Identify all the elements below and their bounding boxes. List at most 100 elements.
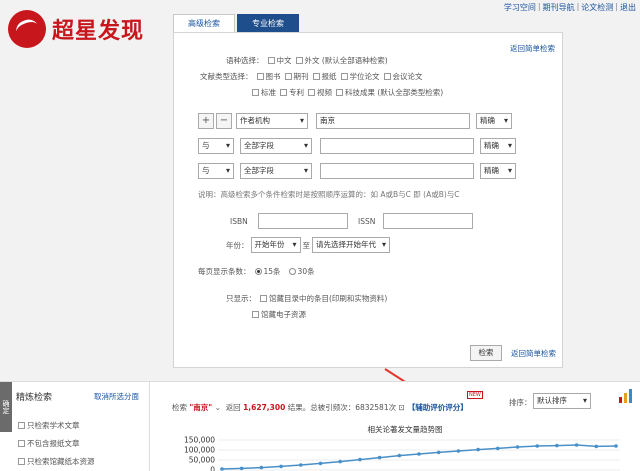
assist-evaluation-link[interactable]: 【辅助评价评分】	[408, 402, 468, 413]
option-label: 会议论文	[392, 72, 423, 81]
checkbox-e-resources[interactable]	[252, 311, 259, 318]
field-select[interactable]: 作者机构	[236, 113, 308, 129]
logic-select[interactable]: 与	[198, 138, 234, 154]
chart-point	[456, 449, 461, 453]
issn-input[interactable]	[383, 213, 474, 229]
refine-side-tab[interactable]: 确定	[0, 382, 12, 432]
refine-item[interactable]: 不包含报纸文章	[14, 438, 80, 449]
isbn-label: ISBN	[230, 216, 248, 226]
result-citations: 结果。总被引频次：6832581次	[287, 403, 397, 412]
option-label: 馆藏电子资源	[261, 310, 306, 319]
query-row-1: + − 作者机构 南京 精确	[198, 113, 512, 129]
refine-panel: 精炼检索 取消所选分面 只检索学术文章 不包含报纸文章 只检索馆藏纸本资源	[12, 382, 150, 471]
field-select[interactable]: 全部字段	[240, 138, 312, 154]
year-row: 年份： 开始年份 至 请先选择开始年代	[226, 237, 390, 253]
option-label: 专利	[289, 88, 304, 97]
chart-point	[259, 465, 264, 470]
chart-y-tick-label: 100,000	[184, 446, 215, 455]
chart-point	[515, 445, 520, 449]
year-start-select[interactable]: 开始年份	[250, 237, 301, 253]
remove-row-button[interactable]: −	[216, 113, 232, 129]
option-label: 科技成果 (默认全部类型检索)	[345, 88, 444, 97]
chart-point	[436, 450, 441, 455]
option-label: 中文	[276, 56, 292, 65]
checkbox-foreign[interactable]	[295, 57, 303, 64]
logic-select[interactable]: 与	[198, 163, 234, 179]
link-logout[interactable]: 退出	[620, 2, 636, 13]
option-label: 学位论文	[349, 72, 380, 81]
add-row-button[interactable]: +	[198, 113, 214, 129]
query-input[interactable]	[320, 163, 474, 179]
tab-advanced-search[interactable]: 高级检索	[173, 14, 235, 32]
checkbox-patents[interactable]	[280, 89, 287, 96]
result-summary: 检索 "南京" ⌄ 返回 1,627,300 结果。总被引频次：6832581次…	[172, 402, 468, 413]
language-row: 语种选择： 中文 外文 (默认全部语种检索)	[226, 55, 388, 66]
isbn-input[interactable]	[258, 213, 348, 229]
chart-y-tick-label: 50,000	[189, 456, 215, 465]
chart-y-tick-label: 150,000	[184, 436, 215, 445]
issn-label: ISSN	[358, 216, 376, 226]
link-separator: |	[576, 2, 580, 11]
checkbox-exclude-newspapers[interactable]	[18, 440, 25, 447]
checkbox-achievements[interactable]	[336, 89, 343, 96]
refine-item-label: 只检索学术文章	[27, 421, 80, 430]
cancel-facets-link[interactable]: 取消所选分面	[94, 391, 139, 402]
per-page-label: 每页显示条数：	[198, 267, 251, 276]
link-study-space[interactable]: 学习空间	[504, 2, 536, 13]
radio-15[interactable]	[254, 268, 262, 275]
checkbox-theses[interactable]	[340, 73, 348, 80]
result-keyword: "南京"	[189, 403, 213, 412]
refine-item[interactable]: 只检索馆藏纸本资源	[14, 456, 95, 467]
checkbox-journals[interactable]	[284, 73, 292, 80]
search-button[interactable]: 检索	[470, 345, 502, 361]
only-show-label: 只显示：	[226, 294, 256, 303]
match-select[interactable]: 精确	[476, 113, 512, 129]
query-input[interactable]: 南京	[316, 113, 470, 129]
link-separator: |	[615, 2, 618, 11]
option-label: 期刊	[293, 72, 309, 81]
match-select[interactable]: 精确	[480, 163, 516, 179]
chart-icon[interactable]: ⊡	[399, 403, 405, 412]
checkbox-academic-only[interactable]	[18, 422, 25, 429]
link-paper-check[interactable]: 论文检测	[581, 2, 613, 13]
checkbox-books[interactable]	[256, 73, 264, 80]
chart-point	[397, 453, 402, 458]
chart-point	[358, 457, 362, 462]
query-input[interactable]	[320, 138, 474, 154]
chevron-down-icon[interactable]: ⌄	[215, 403, 221, 412]
visualization-icon[interactable]	[618, 386, 636, 404]
chart-point	[299, 463, 303, 467]
back-to-simple-search-link-2[interactable]: 返回简单检索	[511, 348, 556, 359]
results-area: 确定 精炼检索 取消所选分面 只检索学术文章 不包含报纸文章 只检索馆藏纸本资源…	[0, 381, 640, 471]
doc-type-label: 文献类型选择：	[200, 72, 253, 81]
only-show-row-2: 馆藏电子资源	[248, 309, 306, 320]
radio-30[interactable]	[288, 268, 296, 275]
logo[interactable]: 超星发现	[8, 10, 144, 48]
tab-professional-search[interactable]: 专业检索	[237, 14, 299, 32]
new-badge: NEW	[467, 391, 483, 399]
field-select[interactable]: 全部字段	[240, 163, 312, 179]
refine-item-label: 不包含报纸文章	[27, 439, 80, 448]
back-to-simple-search-link[interactable]: 返回简单检索	[510, 43, 555, 54]
checkbox-conference[interactable]	[383, 73, 391, 80]
sort-select[interactable]: 默认排序	[533, 393, 591, 409]
chart-point	[535, 444, 539, 448]
refine-item[interactable]: 只检索学术文章	[14, 420, 80, 431]
year-end-select[interactable]: 请先选择开始年代	[312, 237, 390, 253]
match-select[interactable]: 精确	[480, 138, 516, 154]
doc-type-row-1: 文献类型选择： 图书 期刊 报纸 学位论文 会议论文	[200, 71, 423, 82]
option-label: 图书	[265, 72, 281, 81]
query-row-3: 与 全部字段 精确	[198, 163, 516, 179]
chart-point	[239, 466, 244, 471]
result-found-label: 返回	[225, 403, 241, 412]
checkbox-standards[interactable]	[252, 89, 259, 96]
checkbox-chinese[interactable]	[267, 57, 275, 64]
checkbox-videos[interactable]	[308, 89, 315, 96]
checkbox-print-holdings[interactable]	[18, 458, 25, 465]
link-journal-nav[interactable]: 期刊导航	[543, 2, 575, 13]
refine-item-label: 只检索馆藏纸本资源	[27, 457, 95, 466]
checkbox-newspapers[interactable]	[312, 73, 320, 80]
chart-point	[594, 444, 599, 449]
checkbox-catalog-items[interactable]	[260, 295, 267, 302]
chart-point	[574, 443, 579, 447]
